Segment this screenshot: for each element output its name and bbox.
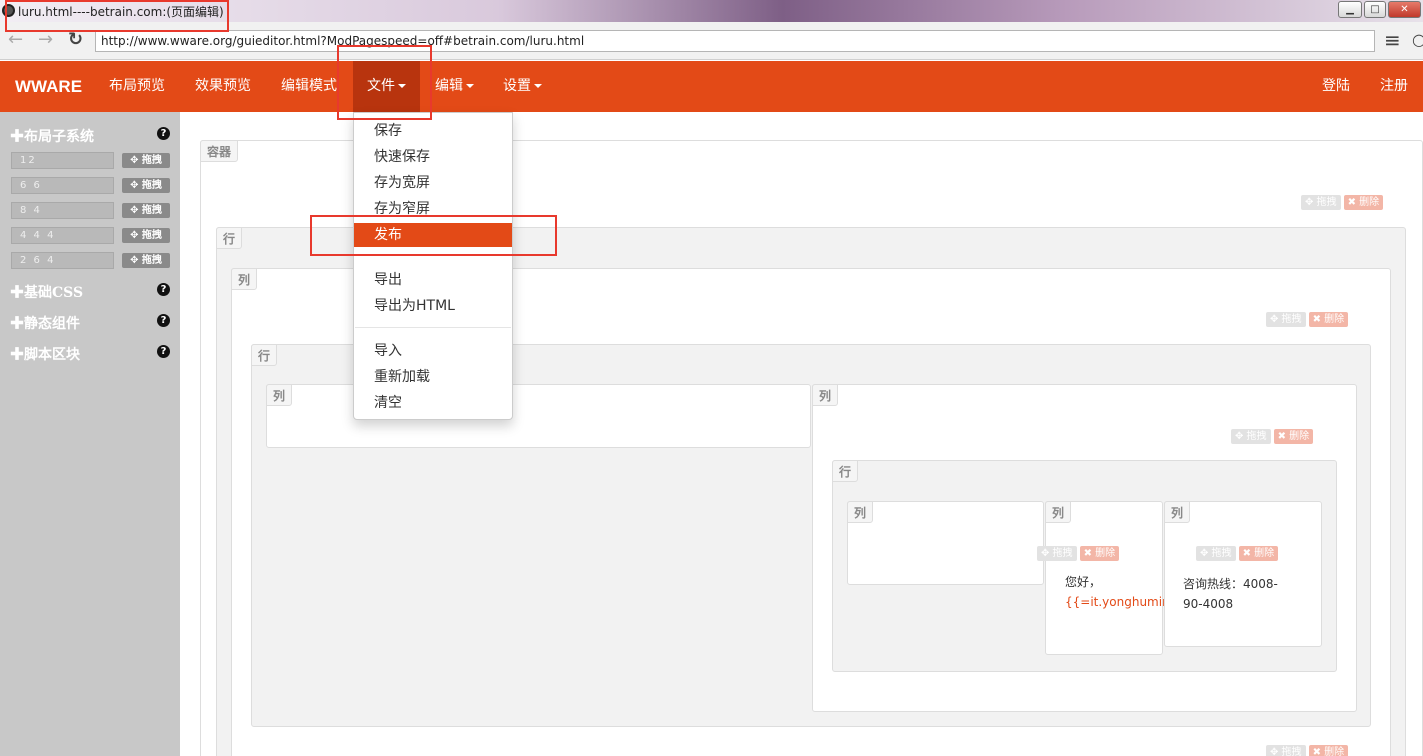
drag-handle[interactable]: ✥ 拖拽 <box>122 253 170 268</box>
column-block[interactable]: 列 <box>266 384 811 448</box>
column-label: 列 <box>231 268 258 290</box>
reload-icon[interactable]: ↻ <box>68 30 83 50</box>
menu-item-clear[interactable]: 清空 <box>354 391 512 415</box>
menu-item-import[interactable]: 导入 <box>354 339 512 363</box>
delete-button[interactable]: ✖ 删除 <box>1273 429 1314 444</box>
minimize-button[interactable]: ▁ <box>1338 1 1362 18</box>
greeting-label: 您好， <box>1065 575 1102 589</box>
greeting-text: 您好，{{=it.yonghuming}} <box>1065 572 1193 612</box>
section-static-components[interactable]: ✚静态组件 <box>10 313 80 333</box>
column-label: 列 <box>266 384 293 406</box>
container-label: 容器 <box>200 140 239 162</box>
drag-button[interactable]: ✥ 拖拽 <box>1196 546 1236 561</box>
annotation-highlight <box>310 215 557 256</box>
component-sidebar: ✚布局子系统 ? 12 ✥ 拖拽 6 6 ✥ 拖拽 8 4 ✥ 拖拽 4 4 4… <box>0 112 180 756</box>
column-actions: ✥ 拖拽 ✖ 删除 <box>1196 546 1279 561</box>
top-navbar: WWARE 布局预览 效果预览 编辑模式 文件 编辑 设置 登陆 注册 <box>0 61 1423 112</box>
menu-item-export[interactable]: 导出 <box>354 268 512 292</box>
section-basic-css[interactable]: ✚基础CSS <box>10 282 83 302</box>
address-input[interactable]: http://www.wware.org/guieditor.html?ModP… <box>95 30 1375 52</box>
column-actions: ✥ 拖拽 ✖ 删除 <box>1266 312 1349 327</box>
search-icon[interactable]: ○ <box>1412 30 1423 50</box>
row-label: 行 <box>251 344 278 366</box>
nav-settings-menu[interactable]: 设置 <box>503 61 542 112</box>
drag-handle[interactable]: ✥ 拖拽 <box>122 203 170 218</box>
column-label: 列 <box>847 501 874 523</box>
menu-item-save-wide[interactable]: 存为宽屏 <box>354 171 512 195</box>
section-script-blocks[interactable]: ✚脚本区块 <box>10 344 80 364</box>
menu-item-export-html[interactable]: 导出为HTML <box>354 294 512 318</box>
drag-button[interactable]: ✥ 拖拽 <box>1231 429 1271 444</box>
layout-preset-field[interactable]: 12 <box>11 152 114 169</box>
nav-edit-mode[interactable]: 编辑模式 <box>281 61 337 112</box>
drag-button[interactable]: ✥ 拖拽 <box>1266 312 1306 327</box>
column-block[interactable]: 列 您好，{{=it.yonghuming}} <box>1045 501 1193 655</box>
help-icon[interactable]: ? <box>157 314 170 327</box>
drag-handle[interactable]: ✥ 拖拽 <box>122 153 170 168</box>
nav-layout-preview[interactable]: 布局预览 <box>109 61 165 112</box>
menu-item-save[interactable]: 保存 <box>354 119 512 143</box>
delete-button[interactable]: ✖ 删除 <box>1308 312 1349 327</box>
column-label: 列 <box>812 384 839 406</box>
section-layout-subsystem[interactable]: ✚布局子系统 <box>10 126 94 146</box>
menu-item-reload[interactable]: 重新加载 <box>354 365 512 389</box>
annotation-highlight <box>337 45 432 120</box>
column-label: 列 <box>1045 501 1072 523</box>
layout-preset-field[interactable]: 8 4 <box>11 202 114 219</box>
close-button[interactable]: ✕ <box>1388 1 1421 18</box>
back-icon[interactable]: ← <box>8 30 23 50</box>
container-actions: ✥ 拖拽 ✖ 删除 <box>1266 745 1349 756</box>
chevron-down-icon <box>466 84 474 88</box>
maximize-button[interactable]: □ <box>1364 1 1386 18</box>
nav-effect-preview[interactable]: 效果预览 <box>195 61 251 112</box>
drag-button[interactable]: ✥ 拖拽 <box>1266 745 1306 756</box>
menu-item-quick-save[interactable]: 快速保存 <box>354 145 512 169</box>
brand-logo[interactable]: WWARE <box>15 61 82 112</box>
column-block[interactable]: 列 咨询热线：4008-90-4008 <box>1164 501 1322 647</box>
delete-button[interactable]: ✖ 删除 <box>1238 546 1279 561</box>
container-actions: ✥ 拖拽 ✖ 删除 <box>1301 195 1384 210</box>
login-link[interactable]: 登陆 <box>1322 61 1350 112</box>
row-label: 行 <box>216 227 243 249</box>
nav-edit-menu[interactable]: 编辑 <box>435 61 474 112</box>
menu-divider <box>355 327 511 328</box>
drag-handle[interactable]: ✥ 拖拽 <box>122 228 170 243</box>
delete-button[interactable]: ✖ 删除 <box>1079 546 1120 561</box>
register-link[interactable]: 注册 <box>1380 61 1408 112</box>
column-block[interactable]: 列 <box>847 501 1044 585</box>
drag-handle[interactable]: ✥ 拖拽 <box>122 178 170 193</box>
help-icon[interactable]: ? <box>157 345 170 358</box>
nav-edit-label: 编辑 <box>435 78 463 94</box>
delete-button[interactable]: ✖ 删除 <box>1343 195 1384 210</box>
chevron-down-icon <box>534 84 542 88</box>
browser-menu-icon[interactable]: ≡ <box>1384 30 1401 50</box>
layout-preset-field[interactable]: 4 4 4 <box>11 227 114 244</box>
file-dropdown-menu: 保存 快速保存 存为宽屏 存为窄屏 发布 导出 导出为HTML 导入 重新加载 … <box>353 112 513 420</box>
layout-preset-field[interactable]: 2 6 4 <box>11 252 114 269</box>
row-label: 行 <box>832 460 859 482</box>
column-label: 列 <box>1164 501 1191 523</box>
column-actions: ✥ 拖拽 ✖ 删除 <box>1037 546 1120 561</box>
delete-button[interactable]: ✖ 删除 <box>1308 745 1349 756</box>
hotline-text: 咨询热线：4008-90-4008 <box>1183 577 1278 611</box>
column-actions: ✥ 拖拽 ✖ 删除 <box>1231 429 1314 444</box>
help-icon[interactable]: ? <box>157 283 170 296</box>
layout-preset-field[interactable]: 6 6 <box>11 177 114 194</box>
drag-button[interactable]: ✥ 拖拽 <box>1301 195 1341 210</box>
nav-settings-label: 设置 <box>503 78 531 94</box>
forward-icon[interactable]: → <box>38 30 53 50</box>
drag-button[interactable]: ✥ 拖拽 <box>1037 546 1077 561</box>
help-icon[interactable]: ? <box>157 127 170 140</box>
annotation-highlight <box>5 0 229 32</box>
